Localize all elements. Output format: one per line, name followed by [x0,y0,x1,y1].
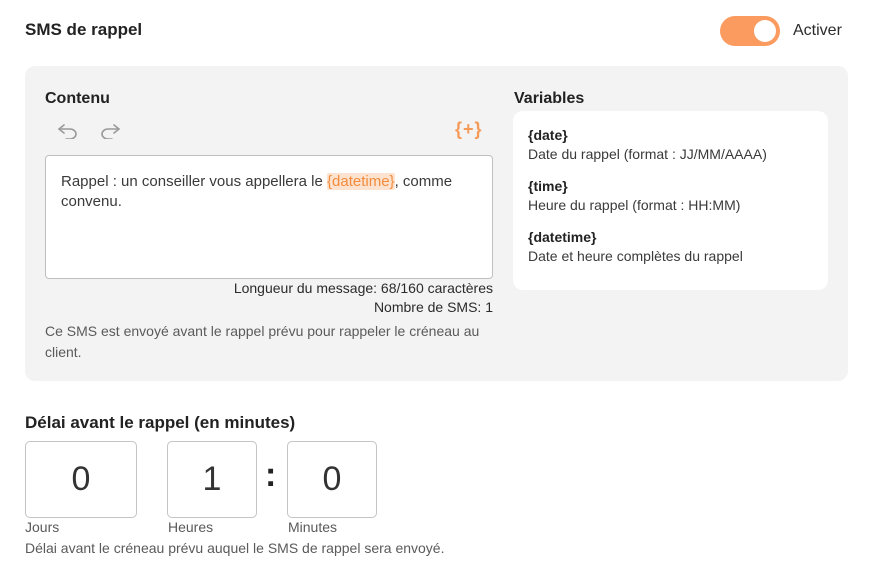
sms-count: Nombre de SMS: 1 [373,299,493,315]
content-title: Contenu [45,90,110,107]
days-input[interactable]: 0 [25,441,137,518]
time-separator: : [265,456,277,494]
content-help-text: Ce SMS est envoyé avant le rappel prévu … [45,323,480,360]
delay-help-text: Délai avant le créneau prévu auquel le S… [25,540,445,556]
redo-icon[interactable] [97,118,123,144]
minutes-label: Minutes [288,519,338,535]
variable-item[interactable]: {time} Heure du rappel (format : HH:MM) [528,178,813,216]
variable-item[interactable]: {date} Date du rappel (format : JJ/MM/AA… [528,127,813,165]
hours-input[interactable]: 1 [167,441,257,518]
variable-description: Heure du rappel (format : HH:MM) [528,197,741,213]
undo-icon[interactable] [55,118,81,144]
activate-toggle[interactable] [720,16,780,46]
message-variable-chip: {datetime} [327,173,395,190]
insert-variable-button[interactable]: {+} [455,119,483,140]
variable-item[interactable]: {datetime} Date et heure complètes du ra… [528,229,813,267]
delay-title: Délai avant le rappel (en minutes) [25,413,296,432]
variable-name: {time} [528,178,568,194]
days-label: Jours [25,519,60,535]
sms-reminder-settings: SMS de rappel Activer Contenu {+} Rappel… [0,0,884,579]
variables-card: {date} Date du rappel (format : JJ/MM/AA… [513,111,828,290]
variable-description: Date et heure complètes du rappel [528,248,743,264]
minutes-input[interactable]: 0 [287,441,377,518]
activate-toggle-label: Activer [793,22,842,39]
message-length: Longueur du message: 68/160 caractères [233,280,493,296]
page-title: SMS de rappel [25,20,143,39]
variables-title: Variables [514,90,585,107]
content-panel: Contenu {+} Rappel : un conseiller vous … [25,66,848,381]
variable-name: {date} [528,127,568,143]
variable-description: Date du rappel (format : JJ/MM/AAAA) [528,146,767,162]
toggle-knob [754,20,776,42]
message-editor[interactable]: Rappel : un conseiller vous appellera le… [45,155,493,279]
hours-label: Heures [168,519,214,535]
variable-name: {datetime} [528,229,597,245]
message-text: Rappel : un conseiller vous appellera le [61,173,327,190]
